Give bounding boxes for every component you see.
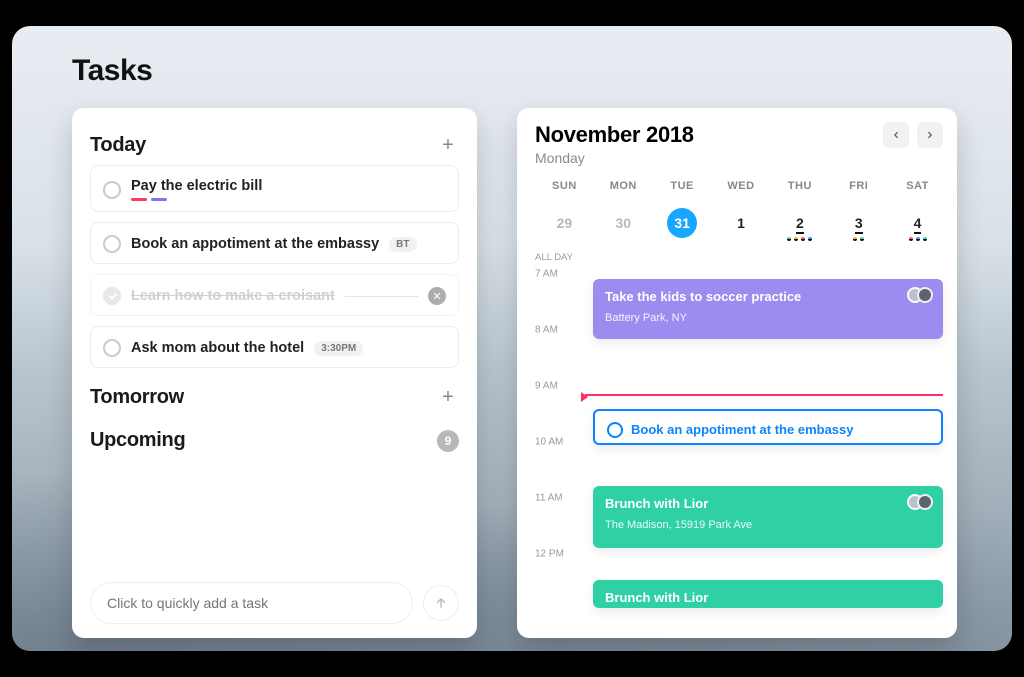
task-text: Ask mom about the hotel [131,340,304,356]
time-label: 10 AM [535,437,563,448]
tag-dot [131,198,147,201]
dow-label: WED [712,180,771,192]
event-subtitle: Battery Park, NY [605,312,931,324]
avatar [917,287,933,303]
event-dots [770,237,829,241]
add-task-button[interactable]: + [437,135,459,157]
task-item-completed[interactable]: Learn how to make a croisant ✕ [90,274,459,316]
calendar-card: November 2018 Monday SUN MON TUE WED THU… [517,108,957,638]
section-title: Upcoming [90,429,185,452]
strike-line [345,296,418,297]
task-text: Book an appotiment at the embassy [131,236,379,252]
task-item[interactable]: Ask mom about the hotel 3:30PM [90,326,459,368]
dow-label: SAT [888,180,947,192]
next-week-button[interactable] [917,122,943,148]
event-ring-icon [607,422,623,438]
day-cell[interactable]: 30 [594,209,653,241]
task-checkbox[interactable] [103,235,121,253]
event-dots [888,237,947,241]
time-label: 8 AM [535,325,558,336]
day-cell[interactable]: 3 [829,209,888,241]
page-title: Tasks [72,54,152,88]
event-title: Brunch with Lior [605,496,931,511]
dow-label: FRI [829,180,888,192]
section-title: Today [90,134,146,157]
task-checkbox[interactable] [103,339,121,357]
dow-label: TUE [653,180,712,192]
section-upcoming: Upcoming 9 [90,429,459,452]
section-tomorrow: Tomorrow + [90,386,459,409]
chevron-left-icon [891,130,901,140]
time-label: 7 AM [535,269,558,280]
days-row: 2930311234 [535,202,947,248]
tag-dot [151,198,167,201]
arrow-up-icon [434,596,448,610]
calendar-month-title: November 2018 [535,122,694,148]
section-today: Today + [90,134,459,157]
task-list-today: Pay the electric bill Book an appotiment… [90,165,459,368]
avatar [917,494,933,510]
day-cell[interactable]: 31 [653,202,712,248]
task-checkbox-checked[interactable] [103,287,121,305]
task-text: Learn how to make a croisant [131,288,335,304]
calendar-day-label: Monday [535,150,694,166]
task-checkbox[interactable] [103,181,121,199]
dow-row: SUN MON TUE WED THU FRI SAT [535,180,947,192]
task-item[interactable]: Book an appotiment at the embassy BT [90,222,459,264]
calendar-event[interactable]: Brunch with Lior [593,580,943,608]
dow-label: SUN [535,180,594,192]
task-text: Pay the electric bill [131,178,262,194]
day-cell[interactable]: 2 [770,209,829,241]
delete-task-icon[interactable]: ✕ [428,287,446,305]
prev-week-button[interactable] [883,122,909,148]
calendar-event[interactable]: Book an appotiment at the embassy [593,409,943,445]
event-title: Take the kids to soccer practice [605,289,931,304]
add-task-button[interactable]: + [437,387,459,409]
event-avatars [913,494,933,510]
time-label: 9 AM [535,381,558,392]
calendar-event[interactable]: Take the kids to soccer practice Battery … [593,279,943,339]
event-title: Book an appotiment at the embassy [631,422,854,437]
event-title: Brunch with Lior [605,590,931,605]
task-time-badge: 3:30PM [314,341,363,356]
day-cell[interactable]: 4 [888,209,947,241]
calendar-event[interactable]: Brunch with Lior The Madison, 15919 Park … [593,486,943,548]
task-item[interactable]: Pay the electric bill [90,165,459,212]
quick-add-input[interactable] [90,582,413,624]
time-label: 11 AM [535,493,563,504]
event-dots [829,237,888,241]
day-cell[interactable]: 29 [535,209,594,241]
events-column: Take the kids to soccer practice Battery … [593,254,943,614]
section-title: Tomorrow [90,386,184,409]
task-tags [131,198,262,201]
submit-task-button[interactable] [423,585,459,621]
day-cell[interactable]: 1 [712,209,771,241]
upcoming-count-badge: 9 [437,430,459,452]
quick-add-row [90,582,459,624]
time-label: 12 PM [535,549,564,560]
task-badge: BT [389,237,416,252]
dow-label: THU [770,180,829,192]
chevron-right-icon [925,130,935,140]
event-avatars [913,287,933,303]
time-column: 7 AM 8 AM 9 AM 10 AM 11 AM 12 PM [535,254,585,614]
event-subtitle: The Madison, 15919 Park Ave [605,519,931,531]
dow-label: MON [594,180,653,192]
schedule: ALL DAY 7 AM8 AM9 AM10 AM11 AM12 PM Take… [535,254,947,614]
tasks-card: Today + Pay the electric bill Book an ap… [72,108,477,638]
